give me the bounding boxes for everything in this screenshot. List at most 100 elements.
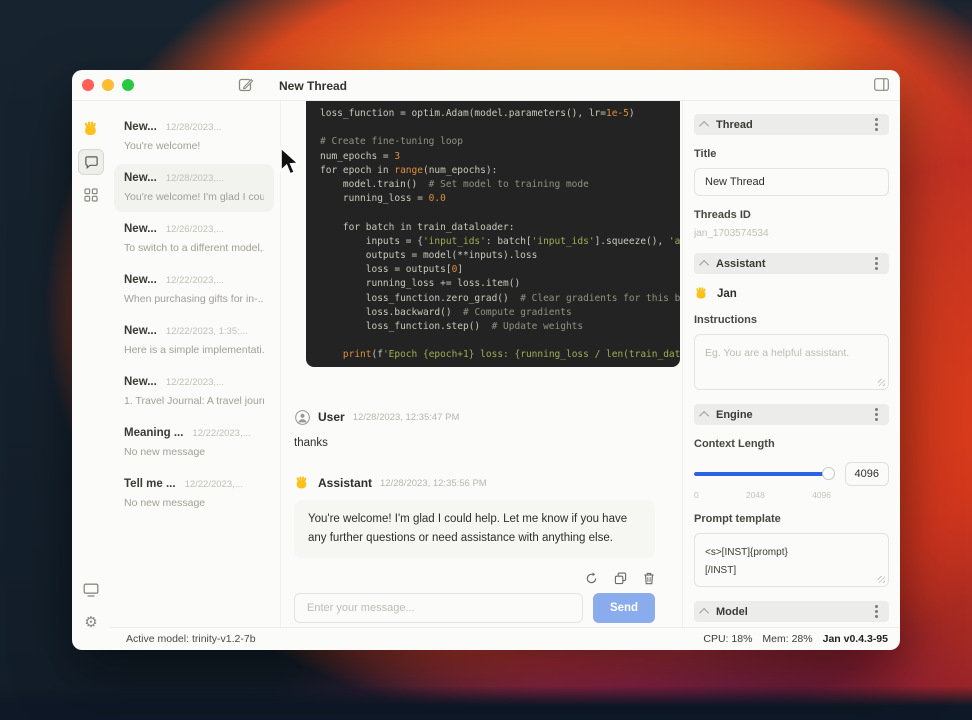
thread-item-title: New... — [124, 376, 157, 388]
thread-item-preview: No new message — [124, 497, 206, 509]
prompt-template-value: <s>[INST]{prompt} [/INST] — [705, 547, 788, 576]
engine-section-header[interactable]: Engine — [694, 404, 889, 425]
threads-id-value: jan_1703574534 — [694, 228, 769, 239]
collapse-chevron-icon — [699, 607, 710, 618]
wave-icon — [694, 286, 709, 301]
code-line: outputs = model(**inputs).loss — [320, 250, 538, 262]
thread-list-item[interactable]: New... 12/22/2023,... 1. Travel Journal:… — [114, 368, 274, 416]
code-line: inputs = {'input_ids': batch['input_ids'… — [320, 235, 680, 247]
slider-handle[interactable] — [821, 467, 835, 480]
right-settings-panel: Thread Title New Thread Threads ID jan_1… — [683, 101, 900, 627]
thread-list-item[interactable]: New... 12/28/2023,... You're welcome! I'… — [114, 164, 274, 212]
threads-id-label: Threads ID — [694, 209, 751, 221]
assistant-identity: Jan — [694, 286, 889, 301]
code-line: loss = outputs[0] — [320, 264, 464, 276]
user-avatar-icon — [294, 409, 310, 425]
instructions-label: Instructions — [694, 314, 757, 326]
settings-gear-icon[interactable]: ⚙ — [79, 610, 103, 634]
context-length-label: Context Length — [694, 438, 775, 450]
prompt-template-textarea[interactable]: <s>[INST]{prompt} [/INST] — [694, 533, 889, 587]
section-title: Model — [716, 605, 748, 618]
new-thread-icon[interactable] — [238, 77, 254, 93]
thread-item-title: New... — [124, 121, 157, 133]
assistant-avatar-wave-icon — [294, 475, 310, 491]
chat-threads-icon[interactable] — [78, 149, 104, 175]
hub-grid-icon[interactable] — [79, 183, 103, 207]
message-author: User — [318, 410, 345, 424]
model-section-header[interactable]: Model — [694, 601, 889, 622]
delete-trash-icon[interactable] — [643, 572, 655, 585]
assistant-name: Jan — [717, 287, 737, 300]
titlebar: New Thread — [72, 70, 900, 101]
context-length-slider[interactable] — [694, 467, 835, 481]
thread-item-title: New... — [124, 223, 157, 235]
thread-title-input[interactable]: New Thread — [694, 168, 889, 196]
context-length-value: 4096 — [844, 462, 889, 486]
cpu-usage: CPU: 18% — [703, 633, 753, 645]
kebab-menu-icon[interactable] — [875, 123, 878, 126]
code-block: loss_function = optim.Adam(model.paramet… — [306, 101, 680, 367]
traffic-lights — [82, 79, 134, 91]
thread-item-title: New... — [124, 172, 157, 184]
assistant-wave-icon[interactable] — [79, 117, 103, 141]
title-label: Title — [694, 148, 717, 160]
thread-list-item[interactable]: Tell me ... 12/22/2023,... No new messag… — [114, 470, 274, 518]
collapse-chevron-icon — [699, 410, 710, 421]
context-length-control: 4096 — [694, 462, 889, 486]
code-line: loss_function.step() # Update weights — [320, 321, 584, 333]
message-timestamp: 12/28/2023, 12:35:56 PM — [380, 477, 487, 489]
page-title: New Thread — [279, 79, 348, 93]
user-message-text: thanks — [294, 437, 328, 449]
thread-list-item[interactable]: New... 12/28/2023... You're welcome! — [114, 113, 274, 161]
code-line: for batch in train_dataloader: — [320, 221, 515, 233]
memory-usage: Mem: 28% — [762, 633, 813, 645]
code-line: running_loss += loss.item() — [320, 278, 521, 290]
status-bar: Active model: trinity-v1.2-7b CPU: 18% M… — [110, 627, 900, 650]
assistant-section-header[interactable]: Assistant — [694, 253, 889, 274]
thread-item-date: 12/22/2023,... — [165, 377, 224, 388]
minimize-window-button[interactable] — [102, 79, 114, 91]
code-line: num_epochs = 3 — [320, 150, 401, 162]
send-button[interactable]: Send — [593, 592, 655, 623]
prompt-template-label: Prompt template — [694, 513, 781, 525]
kebab-menu-icon[interactable] — [875, 262, 878, 265]
regenerate-icon[interactable] — [585, 572, 598, 585]
chat-area: loss_function = optim.Adam(model.paramet… — [281, 101, 683, 627]
thread-item-preview: 1. Travel Journal: A travel journ... — [124, 395, 264, 407]
toggle-right-panel-icon[interactable] — [874, 78, 889, 91]
code-line: # Create fine-tuning loop — [320, 136, 463, 148]
message-input[interactable] — [294, 592, 583, 623]
thread-item-preview: You're welcome! I'm glad I cou... — [124, 191, 264, 203]
chat-input-row: Send — [294, 592, 655, 623]
app-version: Jan v0.4.3-95 — [822, 633, 888, 645]
kebab-menu-icon[interactable] — [875, 610, 878, 613]
thread-item-title: New... — [124, 274, 157, 286]
thread-item-date: 12/22/2023, 1:35:... — [165, 326, 248, 337]
zoom-window-button[interactable] — [122, 79, 134, 91]
instructions-textarea[interactable]: Eg. You are a helpful assistant. — [694, 334, 889, 390]
code-line: loss_function.zero_grad() # Clear gradie… — [320, 292, 680, 304]
code-line: loss.backward() # Compute gradients — [320, 306, 572, 318]
assistant-message-header: Assistant 12/28/2023, 12:35:56 PM — [294, 475, 655, 491]
code-line: for epoch in range(num_epochs): — [320, 164, 498, 176]
kebab-menu-icon[interactable] — [875, 413, 878, 416]
message-timestamp: 12/28/2023, 12:35:47 PM — [352, 411, 460, 423]
resize-handle[interactable] — [878, 379, 885, 386]
thread-list-item[interactable]: New... 12/22/2023,... When purchasing gi… — [114, 266, 274, 314]
resize-handle[interactable] — [878, 576, 885, 583]
close-window-button[interactable] — [82, 79, 94, 91]
active-model-status: Active model: trinity-v1.2-7b — [126, 633, 256, 645]
thread-item-preview: When purchasing gifts for in-... — [124, 293, 264, 305]
thread-item-preview: To switch to a different model,... — [124, 242, 264, 254]
thread-item-date: 12/28/2023,... — [165, 173, 224, 184]
thread-list-item[interactable]: New... 12/26/2023,... To switch to a dif… — [114, 215, 274, 263]
thread-list-item[interactable]: Meaning ... 12/22/2023,... No new messag… — [114, 419, 274, 467]
section-title: Thread — [716, 118, 753, 131]
thread-list-item[interactable]: New... 12/22/2023, 1:35:... Here is a si… — [114, 317, 274, 365]
thread-item-date: 12/22/2023,... — [184, 479, 243, 490]
system-monitor-icon[interactable] — [79, 578, 103, 602]
thread-section-header[interactable]: Thread — [694, 114, 889, 135]
copy-icon[interactable] — [614, 572, 627, 585]
